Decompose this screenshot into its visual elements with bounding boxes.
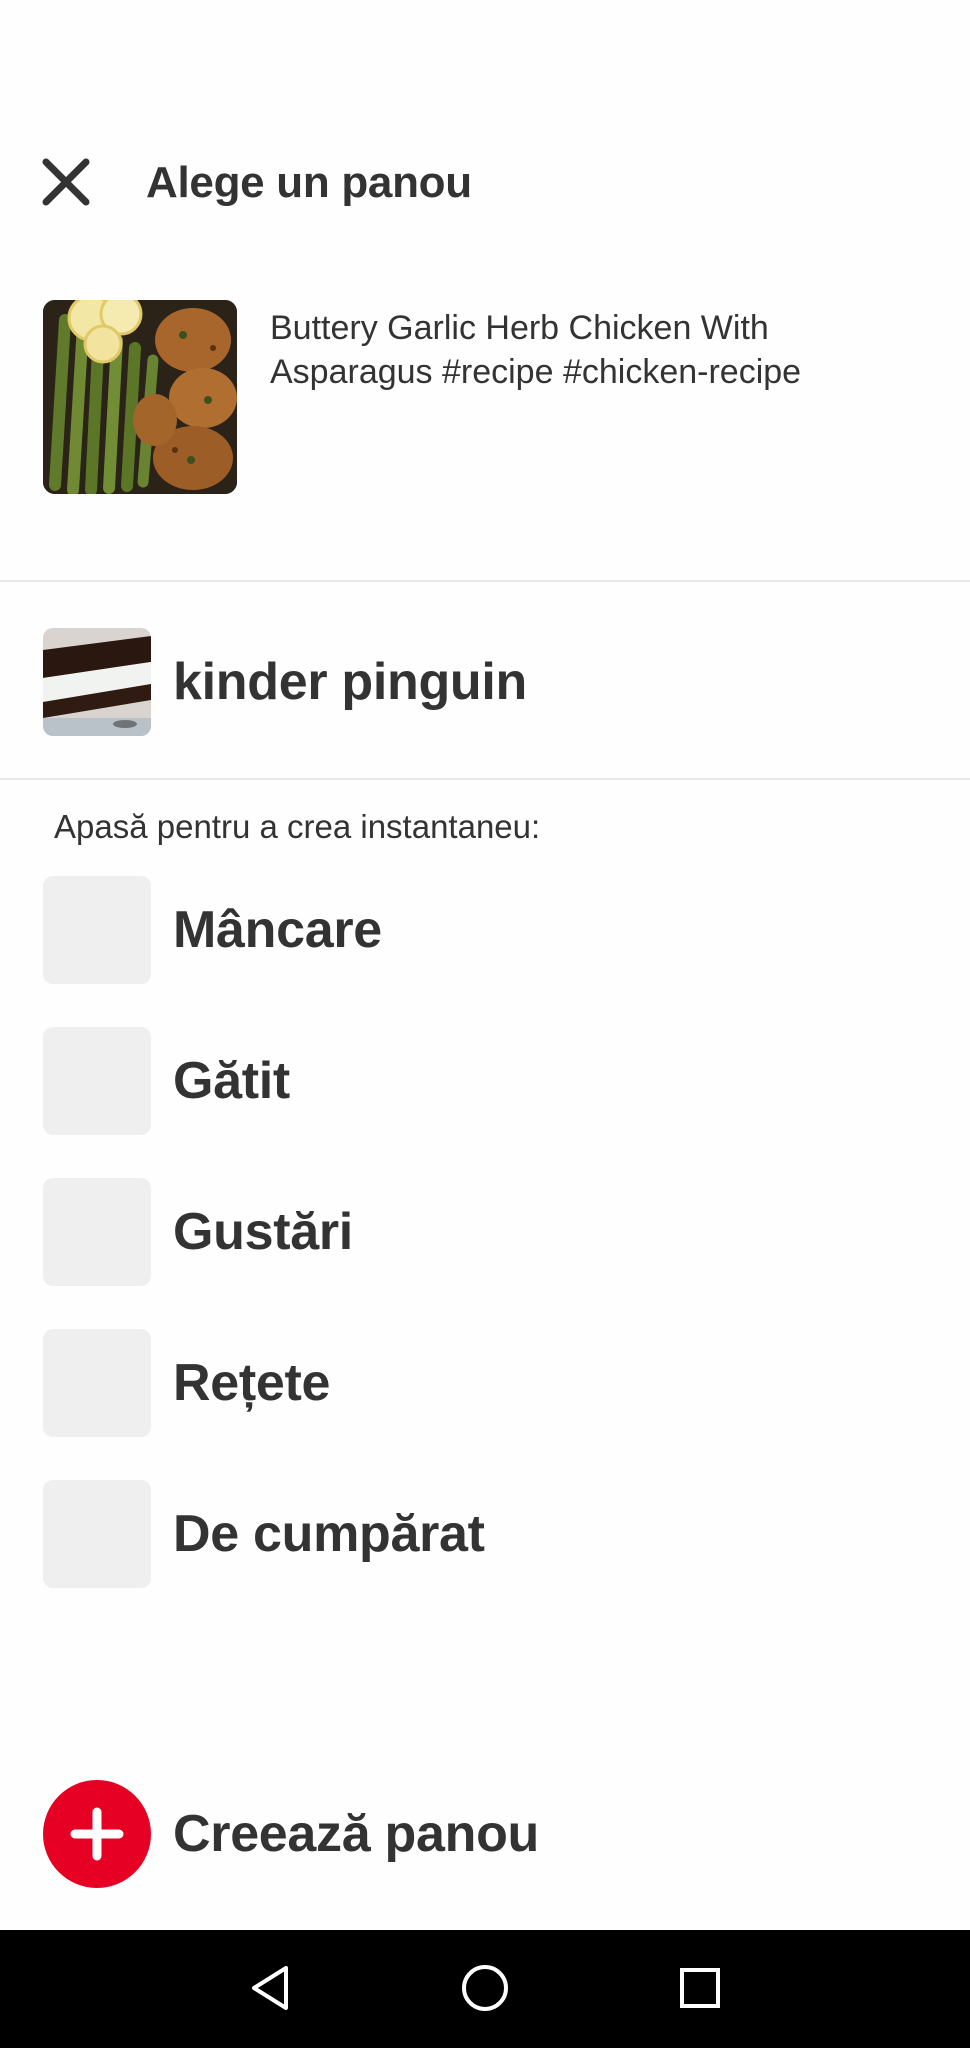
header: Alege un panou bbox=[0, 140, 970, 220]
recents-square-icon bbox=[680, 1968, 720, 2008]
board-placeholder bbox=[43, 1178, 151, 1286]
nav-recents-button[interactable] bbox=[670, 1958, 730, 2018]
board-placeholder bbox=[43, 1329, 151, 1437]
create-board-button[interactable]: Creează panou bbox=[0, 1780, 970, 1890]
board-placeholder bbox=[43, 1027, 151, 1135]
close-icon bbox=[42, 158, 90, 206]
board-picker-screen: Alege un panou Buttery Garlic Herb Chick… bbox=[0, 0, 970, 2048]
suggested-board-gustari[interactable]: Gustări bbox=[0, 1178, 970, 1288]
create-board-circle bbox=[43, 1780, 151, 1888]
board-placeholder bbox=[43, 876, 151, 984]
suggested-board-retete[interactable]: Rețete bbox=[0, 1329, 970, 1439]
pin-thumbnail bbox=[43, 300, 237, 494]
create-board-label: Creează panou bbox=[173, 1805, 539, 1863]
board-placeholder bbox=[43, 1480, 151, 1588]
board-name: Gustări bbox=[173, 1203, 353, 1261]
back-triangle-icon bbox=[252, 1966, 288, 2010]
board-row-kinder-pinguin[interactable]: kinder pinguin bbox=[0, 628, 970, 738]
suggested-board-gatit[interactable]: Gătit bbox=[0, 1027, 970, 1137]
suggestions-label: Apasă pentru a crea instantaneu: bbox=[54, 808, 541, 845]
board-name: Rețete bbox=[173, 1354, 331, 1412]
divider bbox=[0, 778, 970, 780]
home-circle-icon bbox=[462, 1965, 508, 2011]
suggested-board-de-cumparat[interactable]: De cumpărat bbox=[0, 1480, 970, 1590]
close-button[interactable] bbox=[36, 152, 96, 212]
nav-home-button[interactable] bbox=[455, 1958, 515, 2018]
board-name: Gătit bbox=[173, 1052, 290, 1110]
plus-icon bbox=[70, 1807, 124, 1861]
system-nav-bar bbox=[0, 1930, 970, 2048]
pin-description: Buttery Garlic Herb Chicken With Asparag… bbox=[270, 309, 802, 391]
pin-preview: Buttery Garlic Herb Chicken With Asparag… bbox=[0, 300, 970, 500]
board-name: De cumpărat bbox=[173, 1505, 485, 1563]
board-name: kinder pinguin bbox=[173, 653, 528, 711]
divider bbox=[0, 580, 970, 582]
nav-back-button[interactable] bbox=[240, 1958, 300, 2018]
board-thumbnail bbox=[43, 628, 151, 736]
board-name: Mâncare bbox=[173, 901, 382, 959]
suggested-board-mancare[interactable]: Mâncare bbox=[0, 876, 970, 986]
page-title: Alege un panou bbox=[146, 158, 472, 207]
